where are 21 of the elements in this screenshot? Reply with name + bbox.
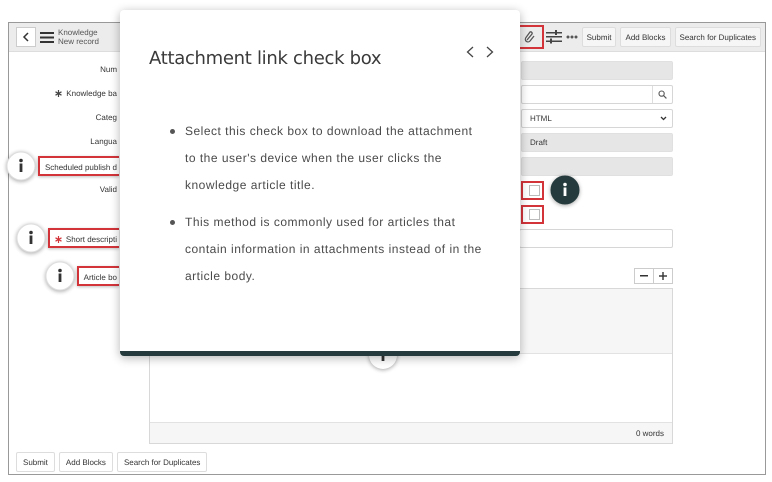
field-label: Short descripti (48, 228, 119, 248)
bullet-text: This method is commonly used for articles that contain information in attachments instead of in the article body. (185, 214, 483, 285)
select-field[interactable]: HTML (521, 108, 673, 128)
header-button[interactable]: Search for Duplicates (674, 27, 761, 47)
field-label: Scheduled publish d (38, 156, 119, 176)
field-label: Knowledge ba (51, 84, 119, 104)
field-label: Langua (89, 136, 118, 148)
header-title: Knowledge (58, 28, 99, 37)
form-button[interactable]: Submit (16, 452, 55, 472)
readonly-field: Draft (521, 132, 673, 152)
header-button[interactable]: Submit (582, 27, 616, 47)
field-label: Categ (94, 112, 118, 124)
form-button[interactable]: Add Blocks (58, 452, 113, 472)
header-subtitle: New record (58, 37, 99, 46)
bullet-text: Select this check box to download the attachment to the user's device when the user clicks the knowledge article title. (185, 123, 474, 194)
popup-title: Attachment link check box (149, 48, 382, 69)
field-label: Valid (98, 184, 118, 196)
header-button[interactable]: Add Blocks (620, 27, 671, 47)
form-button[interactable]: Search for Duplicates (116, 452, 208, 472)
field-label: Num (99, 64, 118, 76)
word-count: 0 words (636, 428, 664, 438)
